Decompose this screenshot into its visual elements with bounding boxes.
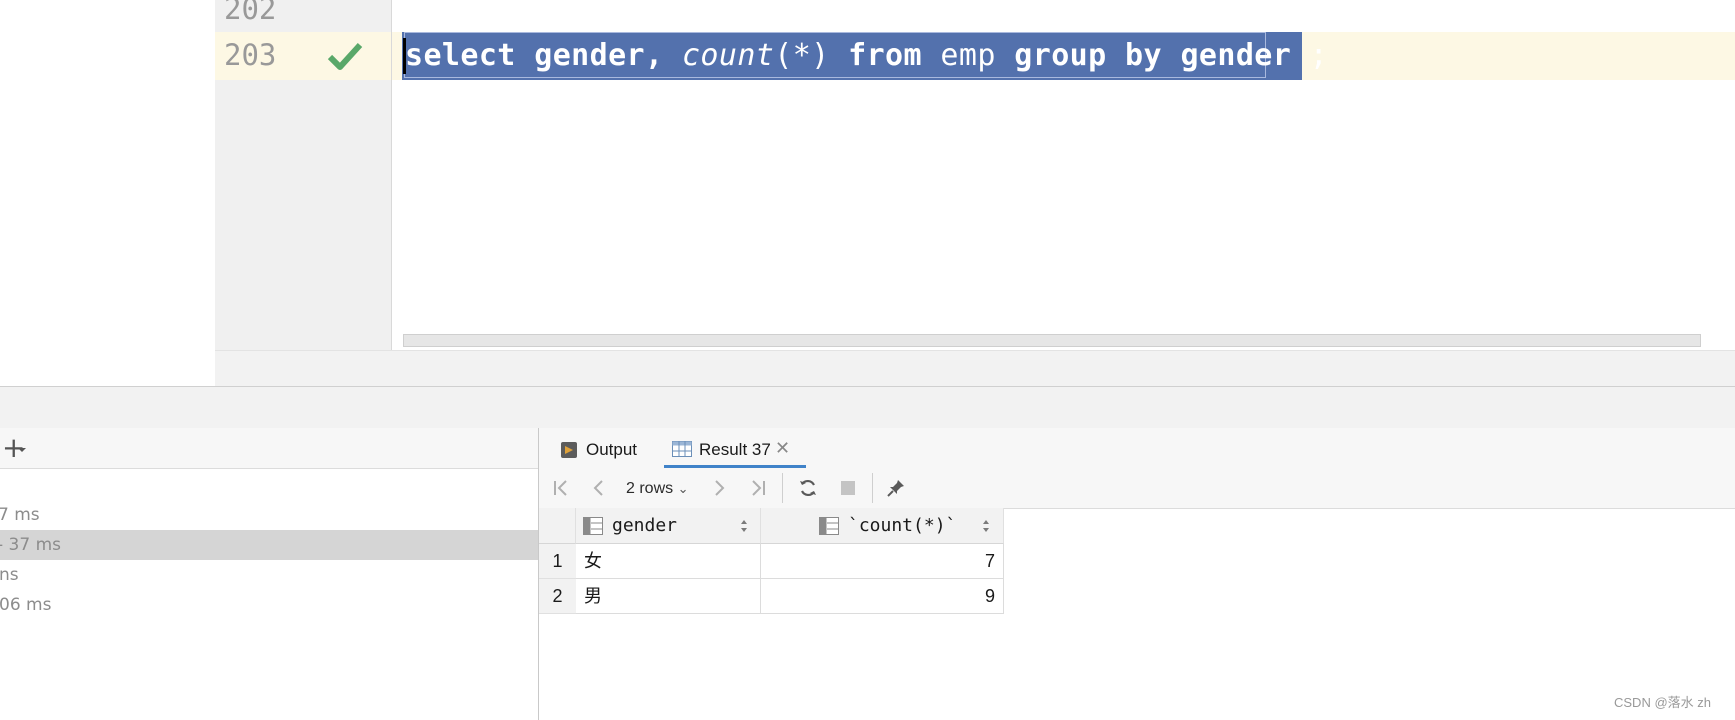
table-cell[interactable]: 男 [576,579,761,614]
column-header-label: gender [612,515,678,536]
service-item-label: ns [0,565,19,585]
line-number: 202 [224,0,277,26]
row-number: 1 [539,544,576,579]
tab-output[interactable]: Output [560,428,637,468]
toolbar-separator [872,473,873,503]
service-item-label: 7 ms [0,505,40,525]
rows-count: 2 rows [626,480,674,497]
table-cell[interactable]: 7 [761,544,1004,579]
rows-selector[interactable]: 2 rows ⌄ [626,468,688,508]
column-icon [819,517,839,535]
sql-token: emp [921,38,1015,73]
sql-token: select gender, [405,38,682,73]
table-cell[interactable]: 9 [761,579,1004,614]
refresh-icon[interactable] [798,478,818,498]
table-cell[interactable]: 女 [576,544,761,579]
service-item-label: 06 ms [0,595,52,615]
last-page-icon[interactable] [748,478,768,498]
sql-function-token: count [681,38,775,73]
close-icon[interactable]: ✕ [775,434,790,464]
editor-left-blank [0,0,215,386]
row-number: 2 [539,579,576,614]
toolbar-separator [782,473,783,503]
sql-token: (*) [774,38,849,73]
sql-token: gender [1161,38,1292,73]
dropdown-caret-icon [18,448,26,452]
first-page-icon[interactable] [551,478,571,498]
service-item-selected[interactable]: - 37 ms [0,530,538,560]
tab-result[interactable]: Result 37 [672,428,771,468]
sql-token: ; [1291,38,1329,73]
horizontal-scrollbar[interactable] [403,334,1701,347]
sort-icon[interactable] [739,517,749,535]
text-caret [403,38,406,74]
column-icon [583,517,603,535]
stop-icon[interactable] [838,478,858,498]
chevron-down-icon: ⌄ [677,481,689,496]
service-item[interactable]: 06 ms [0,590,538,620]
next-page-icon[interactable] [709,478,729,498]
sort-icon[interactable] [981,517,991,535]
sql-code-line[interactable]: select gender, count(*) from emp group b… [405,34,1328,78]
row-number-header [539,508,576,544]
check-icon[interactable] [327,40,363,72]
sql-keyword-token: group by [1014,38,1162,73]
column-header-label: `count(*)` [848,515,957,536]
tool-window-header [0,386,1735,429]
service-item[interactable]: 7 ms [0,500,538,530]
line-number: 203 [224,38,277,72]
pin-icon[interactable] [886,478,906,498]
watermark: CSDN @落水 zh [1614,695,1711,710]
services-toolbar [0,428,538,469]
sql-keyword-token: from [848,38,922,73]
service-item-label: - 37 ms [0,535,61,555]
prev-page-icon[interactable] [589,478,609,498]
editor-bottom-strip [215,350,1735,387]
service-item[interactable]: ns [0,560,538,590]
